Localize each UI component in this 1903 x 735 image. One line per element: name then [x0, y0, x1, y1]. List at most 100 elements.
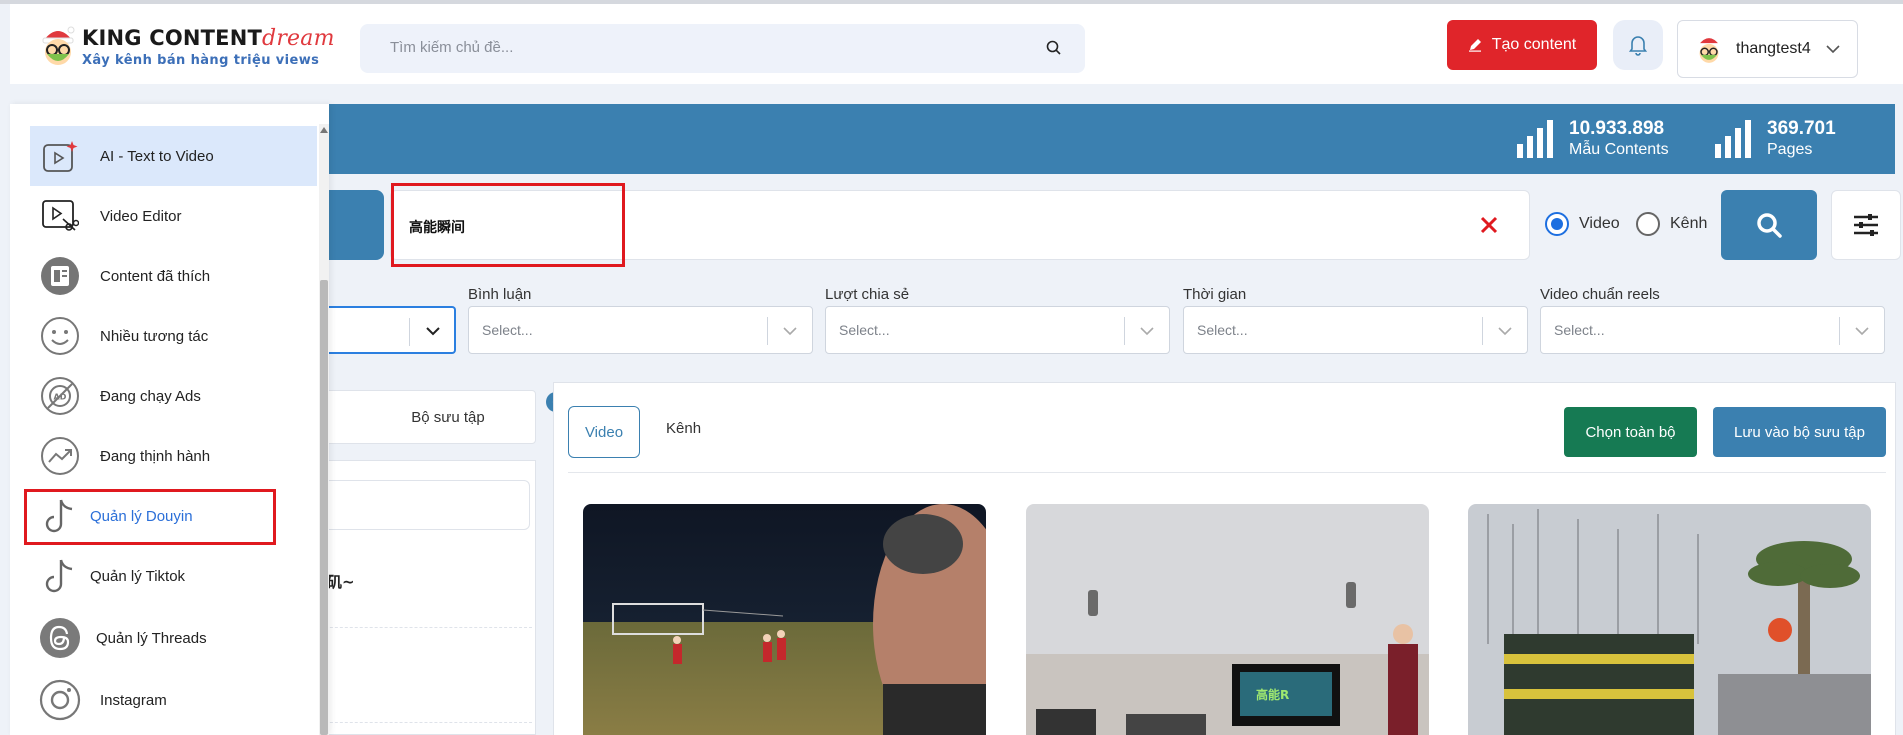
radio-channel[interactable]: Kênh [1636, 212, 1707, 236]
topic-search [360, 24, 1085, 73]
sidebar-item-label: Nhiều tương tác [100, 327, 209, 345]
search-button[interactable] [1721, 190, 1817, 260]
video-thumbnail[interactable]: 高能R [1026, 504, 1429, 735]
filter-select-reels[interactable]: Select... [1540, 306, 1885, 354]
filter-label-comments: Bình luận [468, 286, 532, 303]
chevron-down-icon [783, 327, 797, 336]
sidebar-scroll-thumb[interactable] [320, 280, 328, 735]
filter-select-comments[interactable]: Select... [468, 306, 813, 354]
sidebar-item-threads[interactable]: Quản lý Threads [30, 608, 317, 668]
logo[interactable]: KING CONTENTdream Xây kênh bán hàng triệ… [38, 20, 338, 74]
collection-search-input[interactable] [300, 480, 530, 530]
signal-bars-icon [1517, 120, 1553, 158]
radio-video[interactable]: Video [1545, 212, 1620, 236]
radio-video-dot[interactable] [1545, 212, 1569, 236]
save-to-collection-button[interactable]: Lưu vào bộ sưu tập [1713, 407, 1886, 457]
radio-channel-dot[interactable] [1636, 212, 1660, 236]
logo-accent: dream [262, 26, 335, 51]
select-placeholder: Select... [482, 322, 533, 338]
filter-label-shares: Lượt chia sẻ [825, 286, 910, 303]
chevron-down-icon [426, 327, 440, 336]
tab-channel[interactable]: Kênh [666, 420, 701, 437]
sidebar-item-trending[interactable]: Đang thịnh hành [30, 426, 317, 486]
filter-select-time[interactable]: Select... [1183, 306, 1528, 354]
filter-label-reels: Video chuẩn reels [1540, 286, 1660, 303]
collection-item-text[interactable]: 矶~ [327, 571, 355, 592]
video-thumbnail-image: 高能R [1026, 504, 1429, 735]
search-icon [1757, 213, 1782, 238]
highlight-box-search [391, 183, 625, 267]
sidebar-item-label: Quản lý Tiktok [90, 567, 186, 585]
sidebar-item-video-editor[interactable]: Video Editor [30, 186, 317, 246]
pencil-icon [1468, 39, 1481, 52]
select-placeholder: Select... [839, 322, 890, 338]
divider [300, 627, 532, 628]
video-thumbnail[interactable] [583, 504, 986, 735]
sidebar-item-label: Instagram [100, 691, 167, 709]
tab-video[interactable]: Video [568, 406, 640, 458]
create-content-label: Tạo content [1491, 36, 1577, 53]
highlight-box-douyin [24, 489, 276, 545]
chevron-down-icon [1140, 327, 1154, 336]
select-separator [1124, 317, 1125, 345]
select-separator [767, 317, 768, 345]
sidebar-item-label: Content đã thích [100, 267, 211, 285]
svg-text:高能R: 高能R [1256, 687, 1289, 702]
avatar [1698, 38, 1720, 63]
instagram-icon [38, 678, 82, 722]
radio-video-label: Video [1579, 215, 1620, 232]
divider [300, 722, 532, 723]
video-thumbnail-image [1468, 504, 1871, 735]
sidebar-item-label: Đang thịnh hành [100, 447, 211, 465]
video-thumbnail[interactable] [1468, 504, 1871, 735]
create-content-button[interactable]: Tạo content [1447, 20, 1597, 70]
topic-search-input[interactable] [390, 39, 1010, 56]
sidebar: AI - Text to Video Video Editor Content … [10, 104, 329, 735]
sidebar-item-liked-content[interactable]: Content đã thích [30, 246, 317, 306]
radio-channel-label: Kênh [1670, 215, 1708, 232]
sidebar-item-label: Quản lý Threads [96, 629, 207, 647]
filter-select-shares[interactable]: Select... [825, 306, 1170, 354]
chevron-down-icon [1826, 45, 1840, 54]
tab-collection-label: Bộ sưu tập [411, 408, 485, 426]
logo-mascot-icon [42, 26, 75, 65]
bell-icon [1628, 36, 1648, 56]
sidebar-item-tiktok[interactable]: Quản lý Tiktok [30, 546, 317, 606]
filter-label-time: Thời gian [1183, 286, 1247, 303]
logo-tagline: Xây kênh bán hàng triệu views [82, 53, 320, 68]
tiktok-icon [38, 554, 82, 598]
sidebar-item-instagram[interactable]: Instagram [30, 670, 317, 730]
filter-settings-button[interactable] [1831, 190, 1901, 260]
close-icon[interactable] [1479, 215, 1499, 235]
stat-value: 369.701 [1767, 118, 1836, 139]
search-icon[interactable] [1045, 39, 1063, 57]
ads-icon: AD [38, 374, 82, 418]
liked-content-icon [38, 254, 82, 298]
scroll-up-arrow[interactable] [319, 124, 329, 136]
stat-label: Pages [1767, 141, 1813, 158]
threads-icon [38, 616, 82, 660]
trending-icon [38, 434, 82, 478]
select-placeholder: Select... [1197, 322, 1248, 338]
tab-collection[interactable]: Bộ sưu tập [300, 390, 536, 444]
select-separator [409, 318, 410, 346]
sidebar-item-running-ads[interactable]: AD Đang chạy Ads [30, 366, 317, 426]
stat-value: 10.933.898 [1569, 118, 1665, 139]
select-all-button[interactable]: Chọn toàn bộ [1564, 407, 1697, 457]
sliders-icon [1854, 214, 1878, 236]
sidebar-item-label: Video Editor [100, 207, 182, 225]
ai-video-icon [38, 134, 82, 178]
stat-label: Mẫu Contents [1569, 141, 1669, 158]
chevron-down-icon [1855, 327, 1869, 336]
caret-up-icon [320, 127, 328, 133]
select-separator [1839, 317, 1840, 345]
stat-pages: 369.701 Pages [1713, 118, 1836, 160]
video-editor-icon [38, 194, 82, 238]
sidebar-item-most-engaged[interactable]: Nhiều tương tác [30, 306, 317, 366]
sidebar-item-ai-text-to-video[interactable]: AI - Text to Video [30, 126, 317, 186]
notification-button[interactable] [1613, 20, 1663, 70]
header: KING CONTENTdream Xây kênh bán hàng triệ… [10, 4, 1903, 84]
select-separator [1482, 317, 1483, 345]
user-menu[interactable]: thangtest4 [1677, 20, 1858, 78]
select-placeholder: Select... [1554, 322, 1605, 338]
